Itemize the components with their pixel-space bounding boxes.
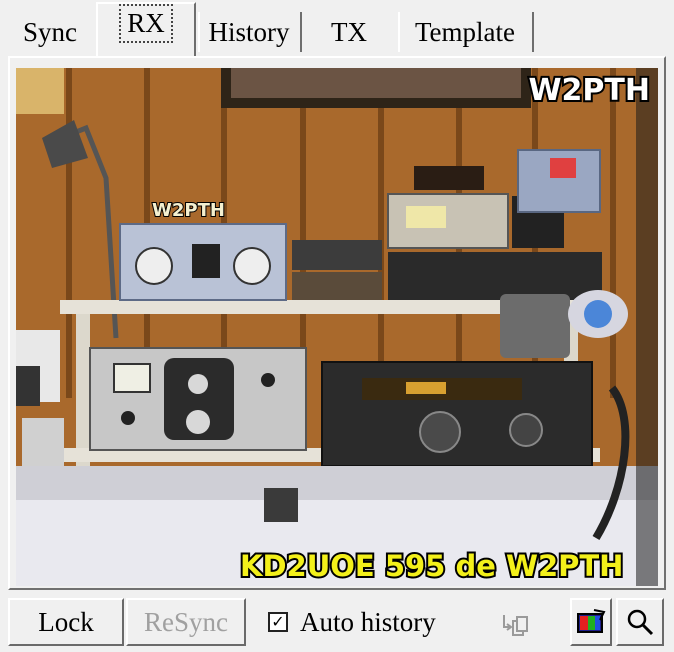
copy-button[interactable] [494, 604, 534, 648]
tab-history[interactable]: History [198, 12, 302, 52]
resync-button[interactable]: ReSync [126, 598, 246, 646]
color-image-icon [577, 609, 606, 633]
color-image-button[interactable] [570, 598, 612, 646]
copy-icon [503, 615, 528, 636]
checkbox-box[interactable]: ✓ [268, 612, 288, 632]
tab-template[interactable]: Template [398, 12, 534, 52]
caption-overlay: KD2UOE 595 de W2PTH [240, 549, 623, 583]
tab-bar: Sync RX History TX Template [0, 0, 674, 56]
panel-callsign-label: W2PTH [152, 200, 225, 221]
rx-image[interactable]: W2PTH W2PTH KD2UOE 595 de W2PTH [16, 68, 658, 586]
auto-history-checkbox[interactable]: ✓ Auto history [268, 598, 436, 646]
top-callsign-overlay: W2PTH [528, 73, 650, 108]
zoom-button[interactable] [616, 598, 664, 646]
tab-rx[interactable]: RX [96, 2, 196, 56]
auto-history-label: Auto history [300, 606, 436, 637]
magnifier-icon [627, 609, 654, 636]
received-sstv-picture: W2PTH W2PTH KD2UOE 595 de W2PTH [16, 68, 658, 586]
tab-tx[interactable]: TX [304, 12, 394, 52]
tab-sync[interactable]: Sync [8, 12, 92, 52]
lock-button[interactable]: Lock [8, 598, 124, 646]
